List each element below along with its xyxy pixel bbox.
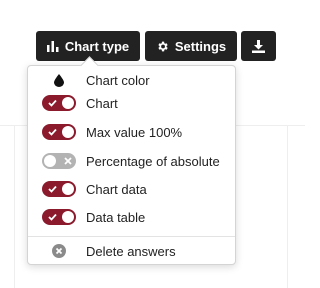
menu-item-data-table[interactable]: Data table <box>28 205 235 229</box>
menu-item-label: Data table <box>86 209 146 225</box>
menu-item-label: Percentage of absolute <box>86 153 220 169</box>
download-button[interactable] <box>241 31 276 61</box>
menu-item-percentage-of-absolute[interactable]: Percentage of absolute <box>28 149 235 173</box>
download-icon <box>252 39 265 53</box>
menu-item-chart[interactable]: Chart <box>28 91 235 115</box>
gear-icon <box>156 40 169 53</box>
menu-item-label: Max value 100% <box>86 124 183 140</box>
menu-item-delete-answers[interactable]: Delete answers <box>28 239 235 263</box>
menu-item-max-value[interactable]: Max value 100% <box>28 120 235 144</box>
check-icon <box>46 209 58 225</box>
settings-button[interactable]: Settings <box>145 31 237 61</box>
menu-item-label: Chart <box>86 95 118 111</box>
delete-circle-icon <box>42 242 76 260</box>
toggle-wrap <box>42 123 76 141</box>
menu-item-label: Chart data <box>86 181 147 197</box>
x-mark-icon <box>63 153 73 169</box>
bar-chart-icon <box>46 40 59 52</box>
toggle-knob <box>62 126 74 138</box>
check-icon <box>46 95 58 111</box>
chart-toggle[interactable] <box>42 95 76 111</box>
max-value-toggle[interactable] <box>42 124 76 140</box>
chart-gridline <box>14 125 15 288</box>
check-icon <box>46 181 58 197</box>
toggle-wrap <box>42 152 76 170</box>
toggle-knob <box>62 211 74 223</box>
toggle-wrap <box>42 180 76 198</box>
menu-item-label: Chart color <box>86 72 150 88</box>
data-table-toggle[interactable] <box>42 209 76 225</box>
settings-label: Settings <box>174 38 227 54</box>
percentage-toggle[interactable] <box>42 153 76 169</box>
toggle-wrap <box>42 208 76 226</box>
toggle-wrap <box>42 94 76 112</box>
chart-type-label: Chart type <box>64 38 130 54</box>
check-icon <box>46 124 58 140</box>
settings-dropdown-menu: Chart color Chart Max value 100% Percent… <box>27 56 236 265</box>
toggle-knob <box>62 97 74 109</box>
menu-item-label: Delete answers <box>86 243 176 259</box>
toggle-knob <box>44 155 56 167</box>
color-drop-icon <box>42 71 76 89</box>
chart-data-toggle[interactable] <box>42 181 76 197</box>
menu-item-chart-color[interactable]: Chart color <box>28 68 235 92</box>
chart-gridline <box>287 125 288 288</box>
menu-divider <box>28 236 235 237</box>
menu-item-chart-data[interactable]: Chart data <box>28 177 235 201</box>
toggle-knob <box>62 183 74 195</box>
